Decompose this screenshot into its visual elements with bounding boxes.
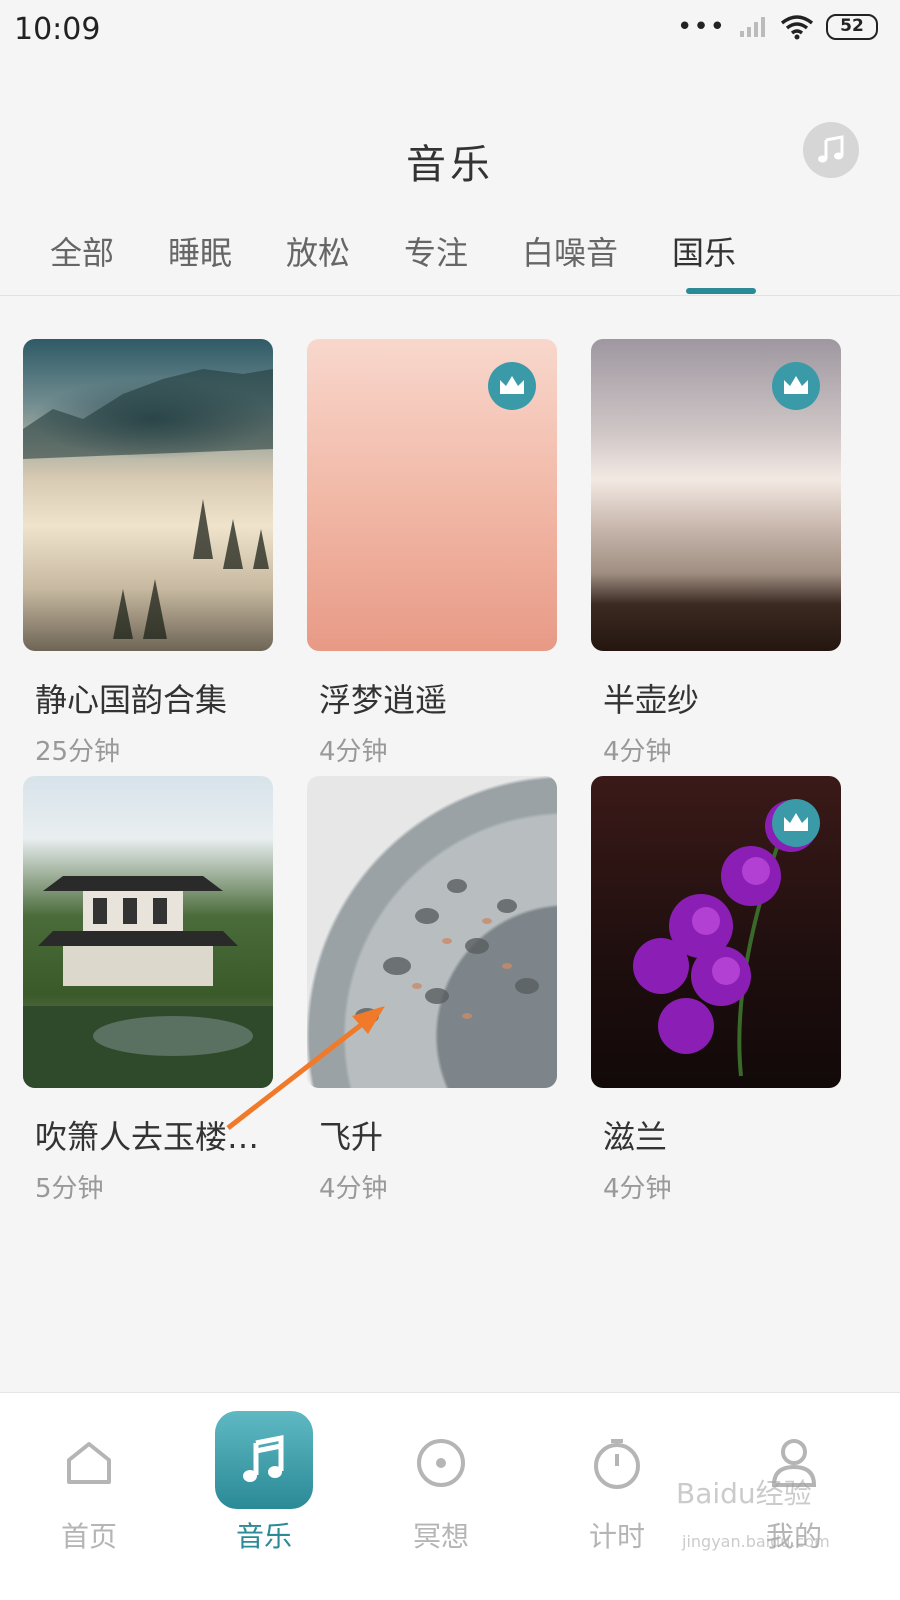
- music-card[interactable]: 半壶纱 4分钟: [591, 339, 841, 768]
- nav-meditation[interactable]: 冥想: [376, 1393, 506, 1600]
- wifi-icon: [780, 15, 814, 40]
- tab-all[interactable]: 全部: [50, 228, 114, 274]
- card-title: 吹箫人去玉楼…: [35, 1118, 260, 1156]
- card-duration: 4分钟: [603, 737, 672, 767]
- nav-timer[interactable]: 计时: [552, 1393, 682, 1600]
- signal-icon: [740, 17, 765, 37]
- nav-label: 音乐: [235, 1520, 292, 1553]
- battery-indicator: 52: [826, 14, 878, 40]
- card-cover-image: [307, 339, 557, 651]
- meditation-icon: [411, 1433, 471, 1493]
- crown-badge-icon: [772, 362, 820, 410]
- active-tab-indicator: [686, 288, 756, 294]
- music-note-icon: [818, 135, 844, 163]
- card-cover-image: [23, 776, 273, 1088]
- category-tabs: 全部 睡眠 放松 专注 白噪音 国乐: [0, 220, 900, 296]
- nav-label: 冥想: [412, 1520, 469, 1553]
- card-title: 滋兰: [603, 1118, 668, 1156]
- tab-white-noise[interactable]: 白噪音: [522, 228, 618, 274]
- nav-home[interactable]: 首页: [24, 1393, 154, 1600]
- card-cover-image: [307, 776, 557, 1088]
- card-cover-image: [591, 339, 841, 651]
- tab-focus[interactable]: 专注: [404, 228, 468, 274]
- nav-music[interactable]: 音乐: [199, 1393, 329, 1600]
- card-duration: 5分钟: [35, 1174, 104, 1204]
- music-card[interactable]: 吹箫人去玉楼… 5分钟: [23, 776, 273, 1205]
- music-card[interactable]: 浮梦逍遥 4分钟: [307, 339, 557, 768]
- card-title: 飞升: [319, 1118, 384, 1156]
- tab-chinese-music[interactable]: 国乐: [672, 228, 736, 274]
- card-cover-image: [591, 776, 841, 1088]
- card-duration: 4分钟: [319, 1174, 388, 1204]
- music-card[interactable]: 静心国韵合集 25分钟: [23, 339, 273, 768]
- card-duration: 4分钟: [603, 1174, 672, 1204]
- status-icons: ••• 52: [677, 14, 878, 40]
- tab-relax[interactable]: 放松: [286, 228, 350, 274]
- watermark: Baidu经验: [676, 1477, 812, 1510]
- music-card[interactable]: 滋兰 4分钟: [591, 776, 841, 1205]
- card-duration: 25分钟: [35, 737, 121, 767]
- page-title: 音乐: [406, 142, 494, 188]
- card-title: 浮梦逍遥: [319, 681, 448, 719]
- music-note-icon: [215, 1411, 313, 1509]
- music-player-button[interactable]: [803, 122, 859, 178]
- nav-label: 计时: [588, 1520, 645, 1553]
- nav-label: 首页: [60, 1520, 117, 1553]
- timer-icon: [587, 1433, 647, 1493]
- crown-badge-icon: [772, 799, 820, 847]
- card-title: 静心国韵合集: [35, 681, 228, 719]
- music-card[interactable]: 飞升 4分钟: [307, 776, 557, 1205]
- status-bar: 10:09 ••• 52: [0, 0, 900, 64]
- tab-sleep[interactable]: 睡眠: [168, 228, 232, 274]
- crown-badge-icon: [488, 362, 536, 410]
- card-duration: 4分钟: [319, 737, 388, 767]
- status-dots: •••: [676, 12, 726, 42]
- card-title: 半壶纱: [603, 681, 700, 719]
- card-cover-image: [23, 339, 273, 651]
- home-icon: [59, 1433, 119, 1493]
- status-time: 10:09: [14, 12, 101, 47]
- watermark-url: jingyan.baidu.com: [682, 1532, 830, 1551]
